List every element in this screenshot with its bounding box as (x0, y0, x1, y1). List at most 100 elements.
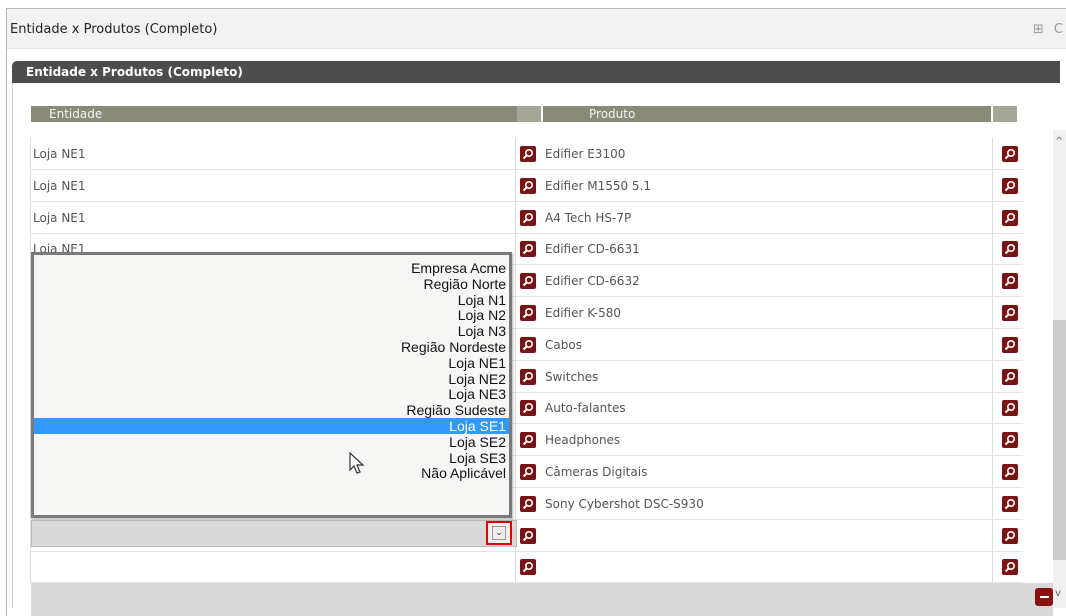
chevron-down-icon: ⌄ (492, 526, 506, 540)
produto-cell[interactable] (517, 519, 993, 551)
entidade-cell[interactable]: Loja NE1 (30, 201, 516, 233)
produto-value: A4 Tech HS-7P (545, 210, 632, 225)
produto-cell[interactable]: Edifier K-580 (517, 297, 993, 328)
produto-lookup-button[interactable] (1002, 273, 1018, 290)
search-icon (1004, 148, 1016, 160)
search-icon (1004, 466, 1016, 478)
column-header-spacer (993, 106, 1017, 122)
produto-cell[interactable]: Câmeras Digitais (517, 456, 993, 487)
produto-lookup-button[interactable] (1002, 146, 1018, 162)
print-icon[interactable]: ⊞ (1033, 22, 1044, 37)
minus-icon (1039, 596, 1049, 598)
search-icon (1004, 371, 1016, 383)
entidade-dropdown-list[interactable]: Empresa Acme Região Norte Loja N1 Loja N2 Lo… (31, 252, 512, 518)
entidade-cell[interactable]: Loja NE1 (30, 169, 516, 201)
dropdown-option[interactable]: Loja NE2 (34, 371, 509, 387)
entidade-value: Loja NE1 (33, 178, 86, 193)
produto-cell[interactable]: Sony Cybershot DSC-S930 (517, 487, 993, 519)
produto-value: Edifier CD-6631 (545, 242, 640, 257)
panel-header: Entidade x Produtos (Completo) (12, 61, 1060, 83)
mouse-cursor-icon (349, 452, 365, 474)
dropdown-option[interactable]: Região Sudeste (34, 402, 509, 418)
produto-lookup-button[interactable] (1002, 177, 1018, 194)
combobox-dropdown-button[interactable]: ⌄ (486, 521, 512, 545)
dropdown-option[interactable]: Loja SE3 (34, 450, 509, 466)
entidade-value: Loja NE1 (33, 147, 86, 161)
dropdown-option[interactable]: Loja NE1 (34, 355, 509, 371)
produto-cell[interactable]: Edifier M1550 5.1 (517, 169, 993, 201)
search-icon (1004, 212, 1016, 224)
grid-footer (31, 583, 1053, 616)
produto-cell[interactable]: Edifier CD-6631 (517, 233, 993, 265)
produto-lookup-button[interactable] (1002, 464, 1018, 480)
produto-value: Edifier E3100 (545, 147, 626, 161)
dropdown-option[interactable]: Loja SE2 (34, 434, 509, 450)
produto-cell[interactable]: Edifier E3100 (517, 138, 993, 169)
produto-value: Sony Cybershot DSC-S930 (545, 496, 704, 511)
window-title: Entidade x Produtos (Completo) (10, 22, 218, 37)
produto-value: Switches (545, 369, 599, 384)
produto-lookup-button[interactable] (1002, 559, 1018, 576)
produto-lookup-button[interactable] (1002, 336, 1018, 353)
entidade-cell[interactable] (30, 551, 516, 583)
produto-lookup-button[interactable] (1002, 368, 1018, 385)
dropdown-option[interactable]: Empresa Acme (34, 260, 509, 276)
dropdown-option[interactable]: Loja NE3 (34, 386, 509, 402)
entidade-cell[interactable]: Loja NE1 (30, 138, 516, 169)
column-header-label: Produto (589, 107, 636, 121)
search-icon (1004, 339, 1016, 351)
refresh-icon[interactable]: C (1054, 22, 1063, 37)
panel-title: Entidade x Produtos (Completo) (26, 65, 243, 79)
column-header-label: Entidade (49, 107, 103, 121)
table-row[interactable]: Loja NE1 Edifier E3100 (30, 138, 1023, 170)
produto-cell[interactable]: Cabos (517, 328, 993, 360)
produto-lookup-button[interactable] (1002, 400, 1018, 417)
produto-cell[interactable]: Auto-falantes (517, 392, 993, 424)
produto-value: Headphones (545, 433, 621, 448)
produto-lookup-button[interactable] (1002, 432, 1018, 449)
dropdown-option[interactable]: Loja N1 (34, 292, 509, 308)
dropdown-option[interactable]: Região Norte (34, 276, 509, 292)
dropdown-option[interactable]: Loja N3 (34, 323, 509, 339)
search-icon (1004, 402, 1016, 414)
scrollbar-thumb[interactable] (1053, 320, 1066, 560)
dropdown-option[interactable]: Loja SE1 (34, 418, 509, 434)
remove-row-button[interactable] (1035, 588, 1053, 606)
produto-cell[interactable]: Edifier CD-6632 (517, 265, 993, 297)
table-row[interactable] (30, 551, 1023, 584)
vertical-scrollbar[interactable]: ^ v (1053, 130, 1066, 608)
produto-value: Edifier K-580 (545, 306, 622, 320)
produto-cell[interactable]: Switches (517, 360, 993, 392)
search-icon (1004, 561, 1016, 573)
search-icon (1004, 243, 1016, 255)
produto-lookup-button[interactable] (1002, 495, 1018, 512)
produto-cell[interactable]: A4 Tech HS-7P (517, 201, 993, 233)
entidade-value: Loja NE1 (33, 210, 86, 225)
column-header-produto[interactable]: Produto (543, 106, 991, 122)
produto-lookup-button[interactable] (1002, 527, 1018, 544)
scroll-down-icon[interactable]: v (1055, 588, 1061, 599)
entidade-combobox[interactable] (31, 520, 517, 547)
produto-value: Cabos (545, 337, 582, 352)
dropdown-option[interactable]: Não Aplicável (34, 465, 509, 481)
search-icon (1004, 307, 1016, 319)
search-icon (1004, 275, 1016, 287)
column-header-entidade[interactable]: Entidade (31, 106, 517, 122)
produto-cell[interactable]: Headphones (517, 424, 993, 456)
produto-cell[interactable] (517, 551, 993, 583)
dropdown-option[interactable]: Região Nordeste (34, 339, 509, 355)
search-icon (1004, 498, 1016, 510)
window-tools: ⊞ C (1027, 22, 1063, 37)
produto-value: Auto-falantes (545, 401, 626, 416)
produto-lookup-button[interactable] (1002, 305, 1018, 321)
produto-value: Edifier CD-6632 (545, 274, 640, 289)
table-row[interactable]: Loja NE1 Edifier M1550 5.1 (30, 169, 1023, 202)
search-icon (1004, 530, 1016, 542)
scroll-up-icon[interactable]: ^ (1055, 136, 1063, 147)
produto-lookup-button[interactable] (1002, 209, 1018, 226)
produto-value: Câmeras Digitais (545, 465, 648, 479)
search-icon (1004, 434, 1016, 446)
table-row[interactable]: Loja NE1 A4 Tech HS-7P (30, 201, 1023, 234)
produto-lookup-button[interactable] (1002, 241, 1018, 258)
dropdown-option[interactable]: Loja N2 (34, 307, 509, 323)
